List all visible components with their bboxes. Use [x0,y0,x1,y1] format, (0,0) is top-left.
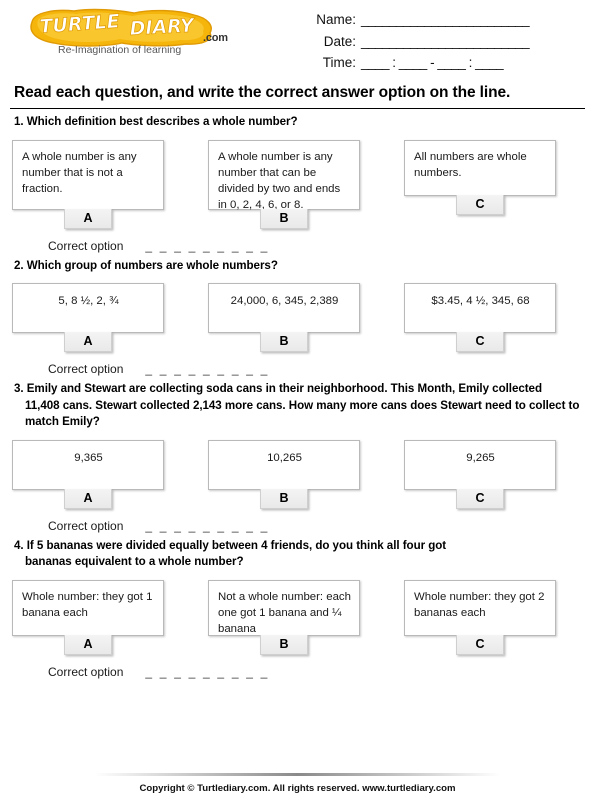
option-c-text: 9,265 [404,439,556,490]
option-a-letter[interactable]: A [64,488,112,509]
option-a-letter[interactable]: A [64,208,112,229]
page-header: TURTLE DIARY .com Re-Imagination of lear… [0,0,595,78]
option-a[interactable]: 9,365 A [12,439,164,509]
option-a[interactable]: A whole number is any number that is not… [12,139,164,229]
question-2-number: 2. [14,258,24,272]
question-3-prompt: Emily and Stewart are collecting soda ca… [26,382,542,396]
student-info-fields: Name: ________________________ Date: ___… [300,6,595,77]
option-c-letter[interactable]: C [456,488,504,509]
option-c[interactable]: 9,265 C [404,439,556,509]
question-3-number: 3. [14,382,24,396]
logo-tagline: Re-Imagination of learning [58,44,182,56]
correct-option-label: Correct option [48,518,124,533]
question-4: 4. If 5 bananas were divided equally bet… [0,533,595,679]
question-1-options: A whole number is any number that is not… [12,131,583,229]
page-footer: Copyright © Turtlediary.com. All rights … [0,773,595,794]
option-b-letter[interactable]: B [260,634,308,655]
correct-option-label: Correct option [48,362,124,377]
option-b-letter[interactable]: B [260,488,308,509]
option-c[interactable]: Whole number: they got 2 bananas each C [404,579,556,655]
option-b[interactable]: A whole number is any number that can be… [208,139,360,229]
question-4-text: 4. If 5 bananas were divided equally bet… [12,533,583,571]
option-c-text: Whole number: they got 2 bananas each [404,579,556,636]
question-1-number: 1. [14,115,24,129]
option-c-text: $3.45, 4 ½, 345, 68 [404,283,556,334]
correct-option-label: Correct option [48,238,124,253]
option-a-letter[interactable]: A [64,332,112,353]
copyright-text: Copyright © Turtlediary.com. All rights … [139,783,456,794]
option-a-text: A whole number is any number that is not… [12,139,164,210]
svg-text:DIARY: DIARY [129,15,196,40]
option-a[interactable]: Whole number: they got 1 banana each A [12,579,164,655]
question-4-prompt: If 5 bananas were divided equally betwee… [26,538,447,552]
question-3-text: 3. Emily and Stewart are collecting soda… [12,376,583,430]
option-b[interactable]: 24,000, 6, 345, 2,389 B [208,283,360,353]
option-c[interactable]: $3.45, 4 ½, 345, 68 C [404,283,556,353]
option-c-letter[interactable]: C [456,194,504,215]
option-c[interactable]: All numbers are whole numbers. C [404,139,556,215]
question-1: 1. Which definition best describes a who… [0,109,595,253]
question-1-prompt: Which definition best describes a whole … [26,115,298,129]
option-a[interactable]: 5, 8 ½, 2, ¾ A [12,283,164,353]
correct-option-label: Correct option [48,664,124,679]
option-b[interactable]: 10,265 B [208,439,360,509]
date-field-row: Date: ________________________ [300,34,595,49]
time-label: Time: [322,55,356,70]
time-field-row: Time: ____ : ____ - ____ : ____ [300,55,595,70]
worksheet-instruction: Read each question, and write the correc… [14,84,511,101]
question-4-prompt-line2: bananas equivalent to a whole number? [25,555,244,569]
question-4-number: 4. [14,538,24,552]
question-2-text: 2. Which group of numbers are whole numb… [12,253,583,274]
correct-option-blank[interactable]: _ _ _ _ _ _ _ _ _ [145,665,269,679]
option-c-letter[interactable]: C [456,634,504,655]
time-input-line[interactable]: ____ : ____ - ____ : ____ [361,55,504,70]
brand-logo[interactable]: TURTLE DIARY .com Re-Imagination of lear… [0,6,300,56]
option-b-text: 10,265 [208,439,360,490]
correct-option-blank[interactable]: _ _ _ _ _ _ _ _ _ [145,362,269,376]
question-1-answer-row: Correct option _ _ _ _ _ _ _ _ _ [12,229,583,253]
option-a-text: Whole number: they got 1 banana each [12,579,164,636]
correct-option-blank[interactable]: _ _ _ _ _ _ _ _ _ [145,519,269,533]
date-label: Date: [323,33,356,49]
option-a-text: 9,365 [12,439,164,490]
question-2-options: 5, 8 ½, 2, ¾ A 24,000, 6, 345, 2,389 B $… [12,274,583,353]
option-c-text: All numbers are whole numbers. [404,139,556,196]
option-c-letter[interactable]: C [456,332,504,353]
correct-option-blank[interactable]: _ _ _ _ _ _ _ _ _ [145,239,269,253]
option-b-text: A whole number is any number that can be… [208,139,360,211]
option-b-text: 24,000, 6, 345, 2,389 [208,283,360,334]
question-3: 3. Emily and Stewart are collecting soda… [0,376,595,533]
option-b-letter[interactable]: B [260,208,308,229]
name-field-row: Name: ________________________ [300,12,595,27]
option-a-text: 5, 8 ½, 2, ¾ [12,283,164,334]
date-input-line[interactable]: ________________________ [361,34,530,49]
question-3-answer-row: Correct option _ _ _ _ _ _ _ _ _ [12,509,583,533]
option-b-text: Not a whole number: each one got 1 banan… [208,579,360,636]
question-2-answer-row: Correct option _ _ _ _ _ _ _ _ _ [12,352,583,376]
question-4-options: Whole number: they got 1 banana each A N… [12,571,583,655]
question-2: 2. Which group of numbers are whole numb… [0,253,595,376]
question-3-options: 9,365 A 10,265 B 9,265 C [12,431,583,509]
question-2-prompt: Which group of numbers are whole numbers… [26,258,278,272]
question-1-text: 1. Which definition best describes a who… [12,109,583,130]
question-4-answer-row: Correct option _ _ _ _ _ _ _ _ _ [12,655,583,679]
name-input-line[interactable]: ________________________ [361,12,530,27]
option-b[interactable]: Not a whole number: each one got 1 banan… [208,579,360,655]
option-b-letter[interactable]: B [260,332,308,353]
logo-dotcom: .com [203,32,228,44]
name-label: Name: [316,12,356,27]
footer-divider [95,773,500,776]
option-a-letter[interactable]: A [64,634,112,655]
question-3-prompt-line2: 11,408 cans. Stewart collected 2,143 mor… [25,398,580,429]
